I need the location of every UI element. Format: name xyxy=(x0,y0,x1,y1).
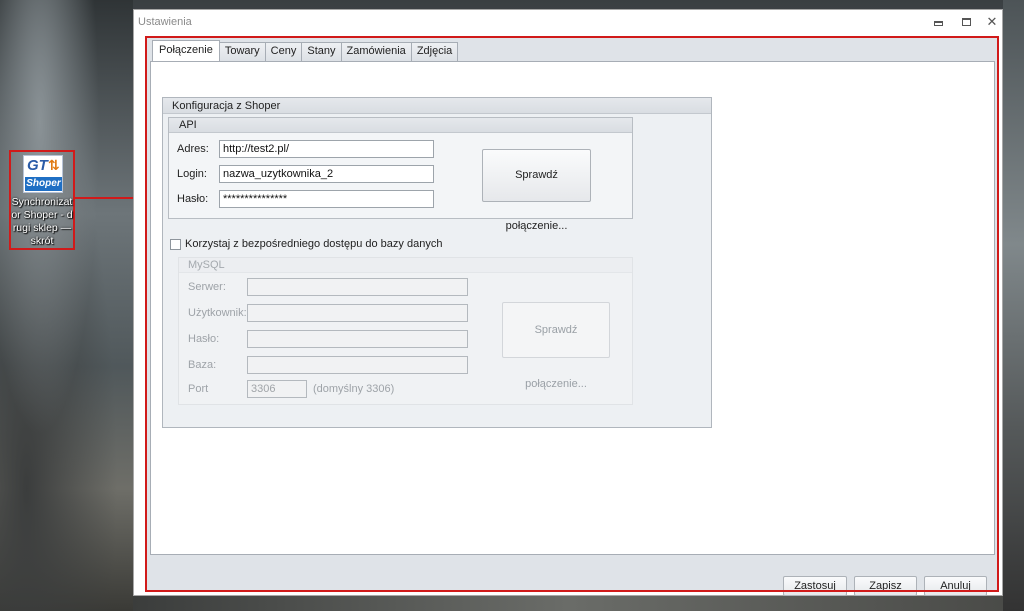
save-button[interactable]: Zapisz xyxy=(854,576,917,596)
tab-stany[interactable]: Stany xyxy=(301,42,342,61)
shoper-group-title: Konfiguracja z Shoper xyxy=(163,98,711,114)
password-row: Hasło: xyxy=(177,190,434,208)
close-icon: ✕ xyxy=(986,14,998,29)
api-group-title: API xyxy=(169,118,632,133)
mysql-port-row: Port 3306 (domyślny 3306) xyxy=(188,380,394,398)
settings-window: Ustawienia ✕ Połączenie Towary Ceny Stan… xyxy=(133,9,1003,596)
mysql-group-title: MySQL xyxy=(179,258,632,273)
shortcut-label: Synchronizator Shoper - drugi sklep — sk… xyxy=(11,196,73,247)
maximize-button[interactable] xyxy=(957,14,975,30)
api-test-connection-button[interactable]: Sprawdź połączenie... xyxy=(482,149,591,232)
password-input[interactable] xyxy=(219,190,434,208)
logo-text-shoper: Shoper xyxy=(25,177,62,191)
mysql-database-row: Baza: xyxy=(188,356,468,374)
tab-ceny[interactable]: Ceny xyxy=(264,42,303,61)
window-title: Ustawienia xyxy=(138,16,192,28)
mysql-port-label: Port xyxy=(188,383,209,395)
mysql-password-label: Hasło: xyxy=(188,333,220,345)
minimize-button[interactable] xyxy=(929,14,947,30)
minimize-icon xyxy=(933,21,943,26)
direct-db-row: Korzystaj z bezpośredniego dostępu do ba… xyxy=(170,237,442,251)
mysql-database-label: Baza: xyxy=(188,359,217,371)
mysql-test-connection-button: Sprawdź połączenie... xyxy=(502,302,610,390)
maximize-icon xyxy=(961,18,971,26)
tab-zdjecia[interactable]: Zdjęcia xyxy=(410,42,459,61)
cancel-button[interactable]: Anuluj xyxy=(924,576,987,596)
mysql-database-input xyxy=(247,356,468,374)
mysql-user-label: Użytkownik: xyxy=(188,307,247,319)
direct-db-checkbox[interactable] xyxy=(170,238,181,250)
address-input[interactable] xyxy=(219,140,434,158)
address-row: Adres: xyxy=(177,140,434,158)
mysql-user-input xyxy=(247,304,468,322)
window-client-area: Połączenie Towary Ceny Stany Zamówienia … xyxy=(147,38,998,596)
address-label: Adres: xyxy=(177,143,209,155)
title-bar[interactable]: Ustawienia ✕ xyxy=(134,10,1002,34)
api-group: API Adres: Login: Hasło: Sprawdź połącze… xyxy=(168,117,633,232)
close-button[interactable]: ✕ xyxy=(983,14,1001,30)
mysql-port-hint: (domyślny 3306) xyxy=(313,383,395,395)
mysql-server-input xyxy=(247,278,468,296)
app-logo-icon: GT ⇅ Shoper xyxy=(23,155,63,193)
desktop-background-bottom xyxy=(133,596,1003,611)
tab-towary[interactable]: Towary xyxy=(218,42,266,61)
mysql-server-row: Serwer: xyxy=(188,278,468,296)
shoper-config-group: Konfiguracja z Shoper API Adres: Login: … xyxy=(162,97,712,428)
mysql-user-row: Użytkownik: xyxy=(188,304,468,322)
tab-page-polaczenie: Konfiguracja z Shoper API Adres: Login: … xyxy=(150,61,995,555)
login-label: Login: xyxy=(177,168,207,180)
direct-db-label[interactable]: Korzystaj z bezpośredniego dostępu do ba… xyxy=(185,238,442,250)
tab-polaczenie[interactable]: Połączenie xyxy=(152,40,220,61)
logo-text-gt: GT xyxy=(27,157,48,174)
password-label: Hasło: xyxy=(177,193,209,205)
mysql-password-input xyxy=(247,330,468,348)
mysql-password-row: Hasło: xyxy=(188,330,468,348)
tab-strip: Połączenie Towary Ceny Stany Zamówienia … xyxy=(152,40,459,62)
annotation-connector-line xyxy=(75,197,141,199)
mysql-server-label: Serwer: xyxy=(188,281,226,293)
tab-zamowienia[interactable]: Zamówienia xyxy=(340,42,412,61)
mysql-group: MySQL Serwer: Użytkownik: Hasło: Baza: P… xyxy=(178,257,633,405)
desktop-background-left xyxy=(0,0,133,611)
sync-arrow-icon: ⇅ xyxy=(48,158,60,174)
mysql-port-input: 3306 xyxy=(247,380,307,398)
desktop-shortcut[interactable]: GT ⇅ Shoper Synchronizator Shoper - drug… xyxy=(9,150,75,250)
apply-button[interactable]: Zastosuj xyxy=(783,576,847,596)
login-row: Login: xyxy=(177,165,434,183)
login-input[interactable] xyxy=(219,165,434,183)
desktop-background-right xyxy=(1003,0,1024,611)
